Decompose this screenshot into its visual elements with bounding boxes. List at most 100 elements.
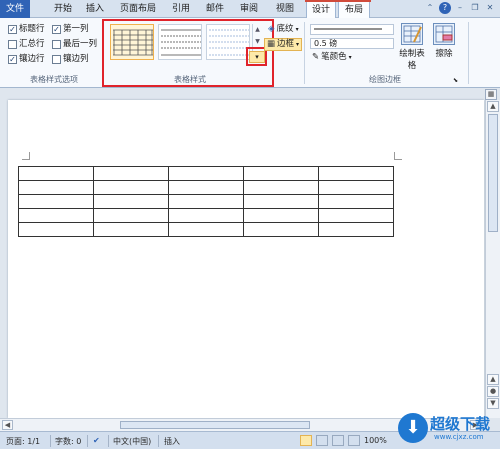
insert-mode[interactable]: 插入 bbox=[164, 436, 180, 447]
table-cell[interactable] bbox=[93, 222, 169, 237]
scroll-up-icon[interactable]: ▲ bbox=[487, 101, 499, 112]
download-arrow-icon: ⬇ bbox=[398, 413, 428, 443]
table-cell[interactable] bbox=[318, 180, 394, 195]
scroll-down-icon[interactable]: ▼ bbox=[487, 398, 499, 409]
minimize-ribbon-icon[interactable]: ⌃ bbox=[424, 2, 436, 14]
option-last-column[interactable]: 最后一列 bbox=[52, 38, 97, 50]
line-weight-select[interactable]: 0.5 磅 bbox=[310, 38, 394, 49]
table-row bbox=[18, 222, 394, 237]
ribbon-panel: ✓ 标题行 ✓ 第一列 汇总行 最后一列 ✓ 镶边行 镶边列 表格样式选项 ▲ … bbox=[0, 18, 500, 88]
table-cell[interactable] bbox=[318, 166, 394, 181]
minimize-icon[interactable]: – bbox=[454, 2, 466, 14]
dialog-launcher-icon[interactable]: ⬊ bbox=[451, 74, 460, 87]
watermark-title: 超级下载 bbox=[430, 415, 491, 433]
table-cell[interactable] bbox=[93, 208, 169, 223]
checkbox-checked-icon[interactable]: ✓ bbox=[8, 24, 17, 34]
table-row bbox=[18, 166, 394, 181]
table-cell[interactable] bbox=[168, 222, 244, 237]
table-cell[interactable] bbox=[318, 222, 394, 237]
zoom-level[interactable]: 100% bbox=[364, 436, 387, 445]
tab-layout[interactable]: 布局 bbox=[338, 0, 370, 18]
scroll-left-icon[interactable]: ◀ bbox=[2, 420, 13, 430]
help-icon[interactable]: ? bbox=[439, 2, 451, 14]
select-browse-object-icon[interactable]: ● bbox=[487, 386, 499, 397]
checkbox-checked-icon[interactable]: ✓ bbox=[52, 24, 61, 34]
table-cell[interactable] bbox=[93, 194, 169, 209]
document-page[interactable] bbox=[8, 100, 484, 418]
table-cell[interactable] bbox=[243, 222, 319, 237]
borders-label: 边框 bbox=[277, 39, 295, 49]
tab-review[interactable]: 审阅 bbox=[236, 0, 262, 18]
option-label: 标题行 bbox=[19, 24, 45, 34]
option-header-row[interactable]: ✓ 标题行 bbox=[8, 23, 45, 35]
table-cell[interactable] bbox=[243, 208, 319, 223]
table-cell[interactable] bbox=[93, 166, 169, 181]
tab-view[interactable]: 视图 bbox=[272, 0, 298, 18]
tab-mailings[interactable]: 邮件 bbox=[202, 0, 228, 18]
option-total-row[interactable]: 汇总行 bbox=[8, 38, 45, 50]
web-layout-view-icon[interactable] bbox=[332, 435, 344, 446]
eraser-icon bbox=[433, 23, 455, 45]
paint-bucket-icon: ◈ bbox=[268, 24, 275, 34]
shading-button[interactable]: ◈ 底纹 ▾ bbox=[266, 23, 301, 36]
table-cell[interactable] bbox=[18, 208, 94, 223]
close-icon[interactable]: ✕ bbox=[484, 2, 496, 14]
tab-references[interactable]: 引用 bbox=[168, 0, 194, 18]
line-style-preview bbox=[314, 28, 382, 30]
table-cell[interactable] bbox=[18, 194, 94, 209]
table-cell[interactable] bbox=[18, 166, 94, 181]
language[interactable]: 中文(中国) bbox=[113, 436, 151, 447]
watermark-url: www.cjxz.com bbox=[434, 433, 484, 441]
tab-design[interactable]: 设计 bbox=[306, 0, 336, 19]
full-screen-view-icon[interactable] bbox=[316, 435, 328, 446]
draw-table-button[interactable]: 绘制表格 bbox=[396, 23, 428, 71]
checkbox-checked-icon[interactable]: ✓ bbox=[8, 54, 17, 64]
table-cell[interactable] bbox=[18, 180, 94, 195]
table-cell[interactable] bbox=[243, 180, 319, 195]
tab-home[interactable]: 开始 bbox=[50, 0, 76, 18]
option-first-column[interactable]: ✓ 第一列 bbox=[52, 23, 89, 35]
vertical-scrollbar[interactable]: ▲ ▲ ● ▼ bbox=[485, 100, 500, 418]
option-banded-rows[interactable]: ✓ 镶边行 bbox=[8, 53, 45, 65]
page-count[interactable]: 页面: 1/1 bbox=[6, 436, 40, 447]
tab-insert[interactable]: 插入 bbox=[82, 0, 108, 18]
scroll-thumb[interactable] bbox=[488, 114, 498, 232]
tab-page-layout[interactable]: 页面布局 bbox=[117, 0, 159, 18]
checkbox-unchecked-icon[interactable] bbox=[52, 54, 61, 64]
option-banded-columns[interactable]: 镶边列 bbox=[52, 53, 89, 65]
eraser-button[interactable]: 擦除 bbox=[432, 23, 456, 59]
table-row bbox=[18, 180, 394, 195]
restore-icon[interactable]: ❐ bbox=[469, 2, 481, 14]
table-cell[interactable] bbox=[93, 180, 169, 195]
word-count[interactable]: 字数: 0 bbox=[55, 436, 81, 447]
draw-table-label: 绘制表格 bbox=[399, 49, 425, 71]
table-cell[interactable] bbox=[318, 194, 394, 209]
table-cell[interactable] bbox=[168, 194, 244, 209]
print-layout-view-icon[interactable] bbox=[300, 435, 312, 446]
table-cell[interactable] bbox=[18, 222, 94, 237]
status-divider bbox=[108, 435, 109, 447]
borders-button[interactable]: ▦ 边框 ▾ bbox=[264, 38, 303, 51]
scroll-up-icon[interactable]: ▲ bbox=[487, 374, 499, 385]
table-cell[interactable] bbox=[243, 166, 319, 181]
checkbox-unchecked-icon[interactable] bbox=[8, 39, 17, 49]
chevron-down-icon: ▾ bbox=[295, 26, 299, 33]
ruler-toggle-icon[interactable]: ▦ bbox=[485, 89, 497, 100]
table-cell[interactable] bbox=[168, 180, 244, 195]
table-cell[interactable] bbox=[318, 208, 394, 223]
document-table[interactable] bbox=[18, 166, 394, 237]
proofing-icon[interactable]: ✔ bbox=[93, 436, 100, 445]
outline-view-icon[interactable] bbox=[348, 435, 360, 446]
tab-file[interactable]: 文件 bbox=[0, 0, 30, 18]
table-cell[interactable] bbox=[168, 166, 244, 181]
table-cell[interactable] bbox=[243, 194, 319, 209]
pen-color-button[interactable]: ✎ 笔颜色 ▾ bbox=[310, 51, 354, 64]
ribbon-tab-bar: 文件 开始 插入 页面布局 引用 邮件 审阅 视图 设计 布局 ⌃ ? – ❐ … bbox=[0, 0, 500, 19]
scroll-thumb[interactable] bbox=[120, 421, 310, 429]
checkbox-unchecked-icon[interactable] bbox=[52, 39, 61, 49]
status-divider bbox=[158, 435, 159, 447]
table-cell[interactable] bbox=[168, 208, 244, 223]
line-weight-value: 0.5 磅 bbox=[314, 39, 338, 48]
line-style-select[interactable] bbox=[310, 24, 394, 35]
option-label: 镶边列 bbox=[63, 54, 89, 64]
